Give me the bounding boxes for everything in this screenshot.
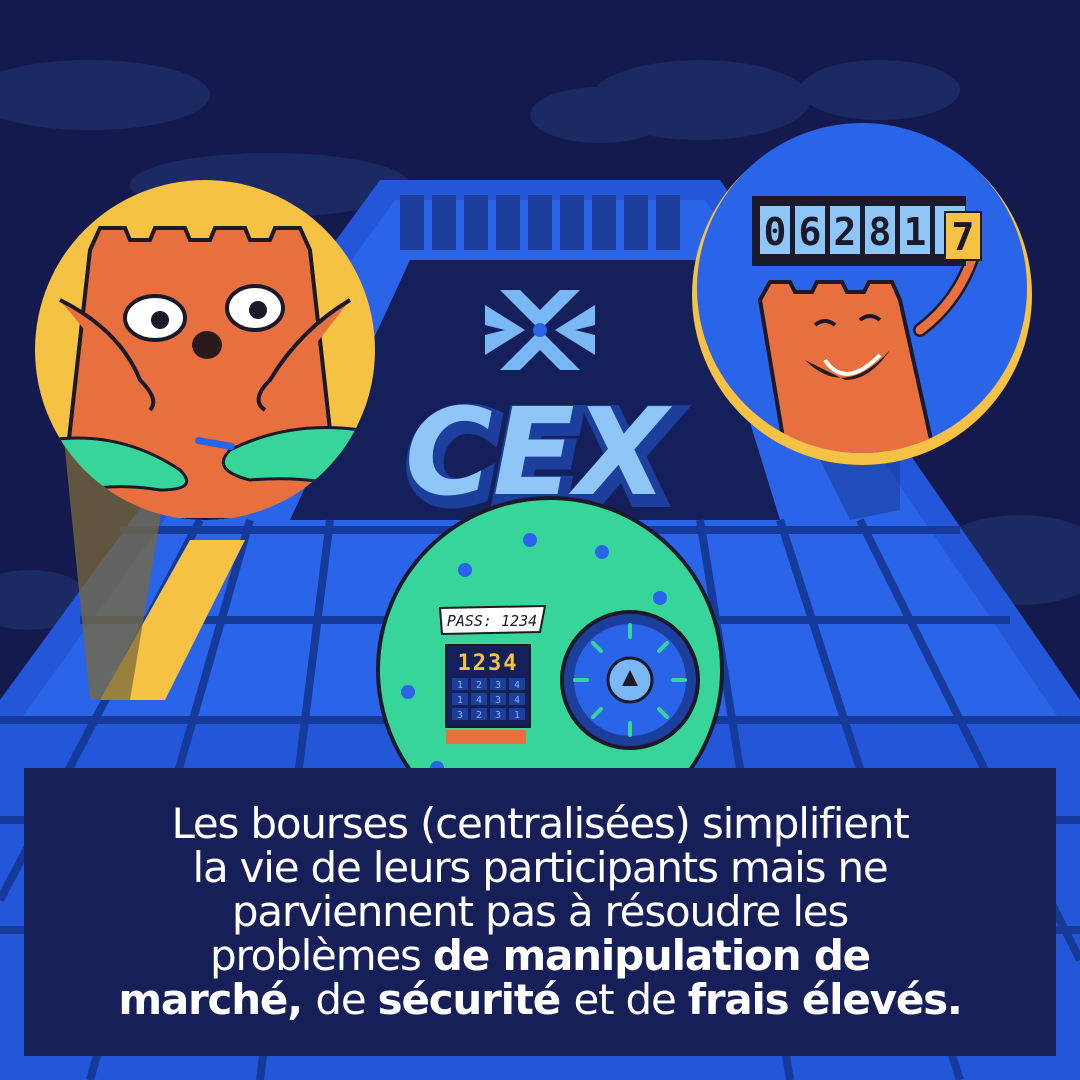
caption-line-4-bold: de manipulation de — [432, 931, 871, 980]
keypad-key-label: 4 — [476, 695, 482, 706]
keypad-key-label: 3 — [457, 710, 463, 721]
safe-dial — [560, 610, 700, 750]
counter-display: 062817 — [752, 196, 982, 266]
counter-digit: 0 — [764, 210, 787, 254]
keypad-key-label: 2 — [476, 680, 482, 691]
counter-digit: 8 — [869, 210, 892, 254]
keypad-key-label: 3 — [495, 680, 501, 691]
keypad-key-label: 1 — [457, 695, 463, 706]
keypad-key-label: 1 — [457, 680, 463, 691]
counter-digit: 6 — [799, 210, 822, 254]
password-note-text: PASS: 1234 — [447, 612, 537, 630]
keypad-key-label: 1 — [514, 710, 520, 721]
caption-line-3: parviennent pas à résoudre les — [231, 887, 849, 936]
caption-line-5-bold-b: sécurité — [377, 975, 574, 1024]
keypad-display: 1234 — [458, 651, 519, 676]
counter-digit: 7 — [952, 215, 975, 259]
caption-line-4-normal: problèmes — [210, 931, 433, 980]
counter-digit: 2 — [834, 210, 857, 254]
password-note: PASS: 1234 — [438, 604, 547, 636]
keypad-key-label: 3 — [495, 710, 501, 721]
caption-line-5-bold-c: frais élevés. — [687, 975, 963, 1024]
caption-line-2: la vie de leurs participants mais ne — [192, 843, 888, 892]
caption-line-1: Les bourses (centralisées) simplifient — [171, 799, 909, 848]
caption-line-5-bold-a: marché, — [118, 975, 316, 1024]
keypad-key-label: 4 — [514, 695, 520, 706]
keypad-key-label: 3 — [495, 695, 501, 706]
caption-line-5: marché, de sécurité et de frais élevés. — [34, 978, 1046, 1022]
caption-box: Les bourses (centralisées) simplifient l… — [24, 768, 1056, 1056]
caption-line-4: problèmes de manipulation de — [34, 934, 1046, 978]
keypad-key-label: 2 — [476, 710, 482, 721]
caption-line-5-normal-b: et de — [573, 975, 688, 1024]
keypad-key-label: 4 — [514, 680, 520, 691]
counter-digit: 1 — [904, 210, 927, 254]
caption-line-5-normal-a: de — [315, 975, 378, 1024]
illustration: CEX CEX 0 6 2 8 1 7 PASS: 1234 1234 1 2 … — [0, 0, 1080, 1080]
